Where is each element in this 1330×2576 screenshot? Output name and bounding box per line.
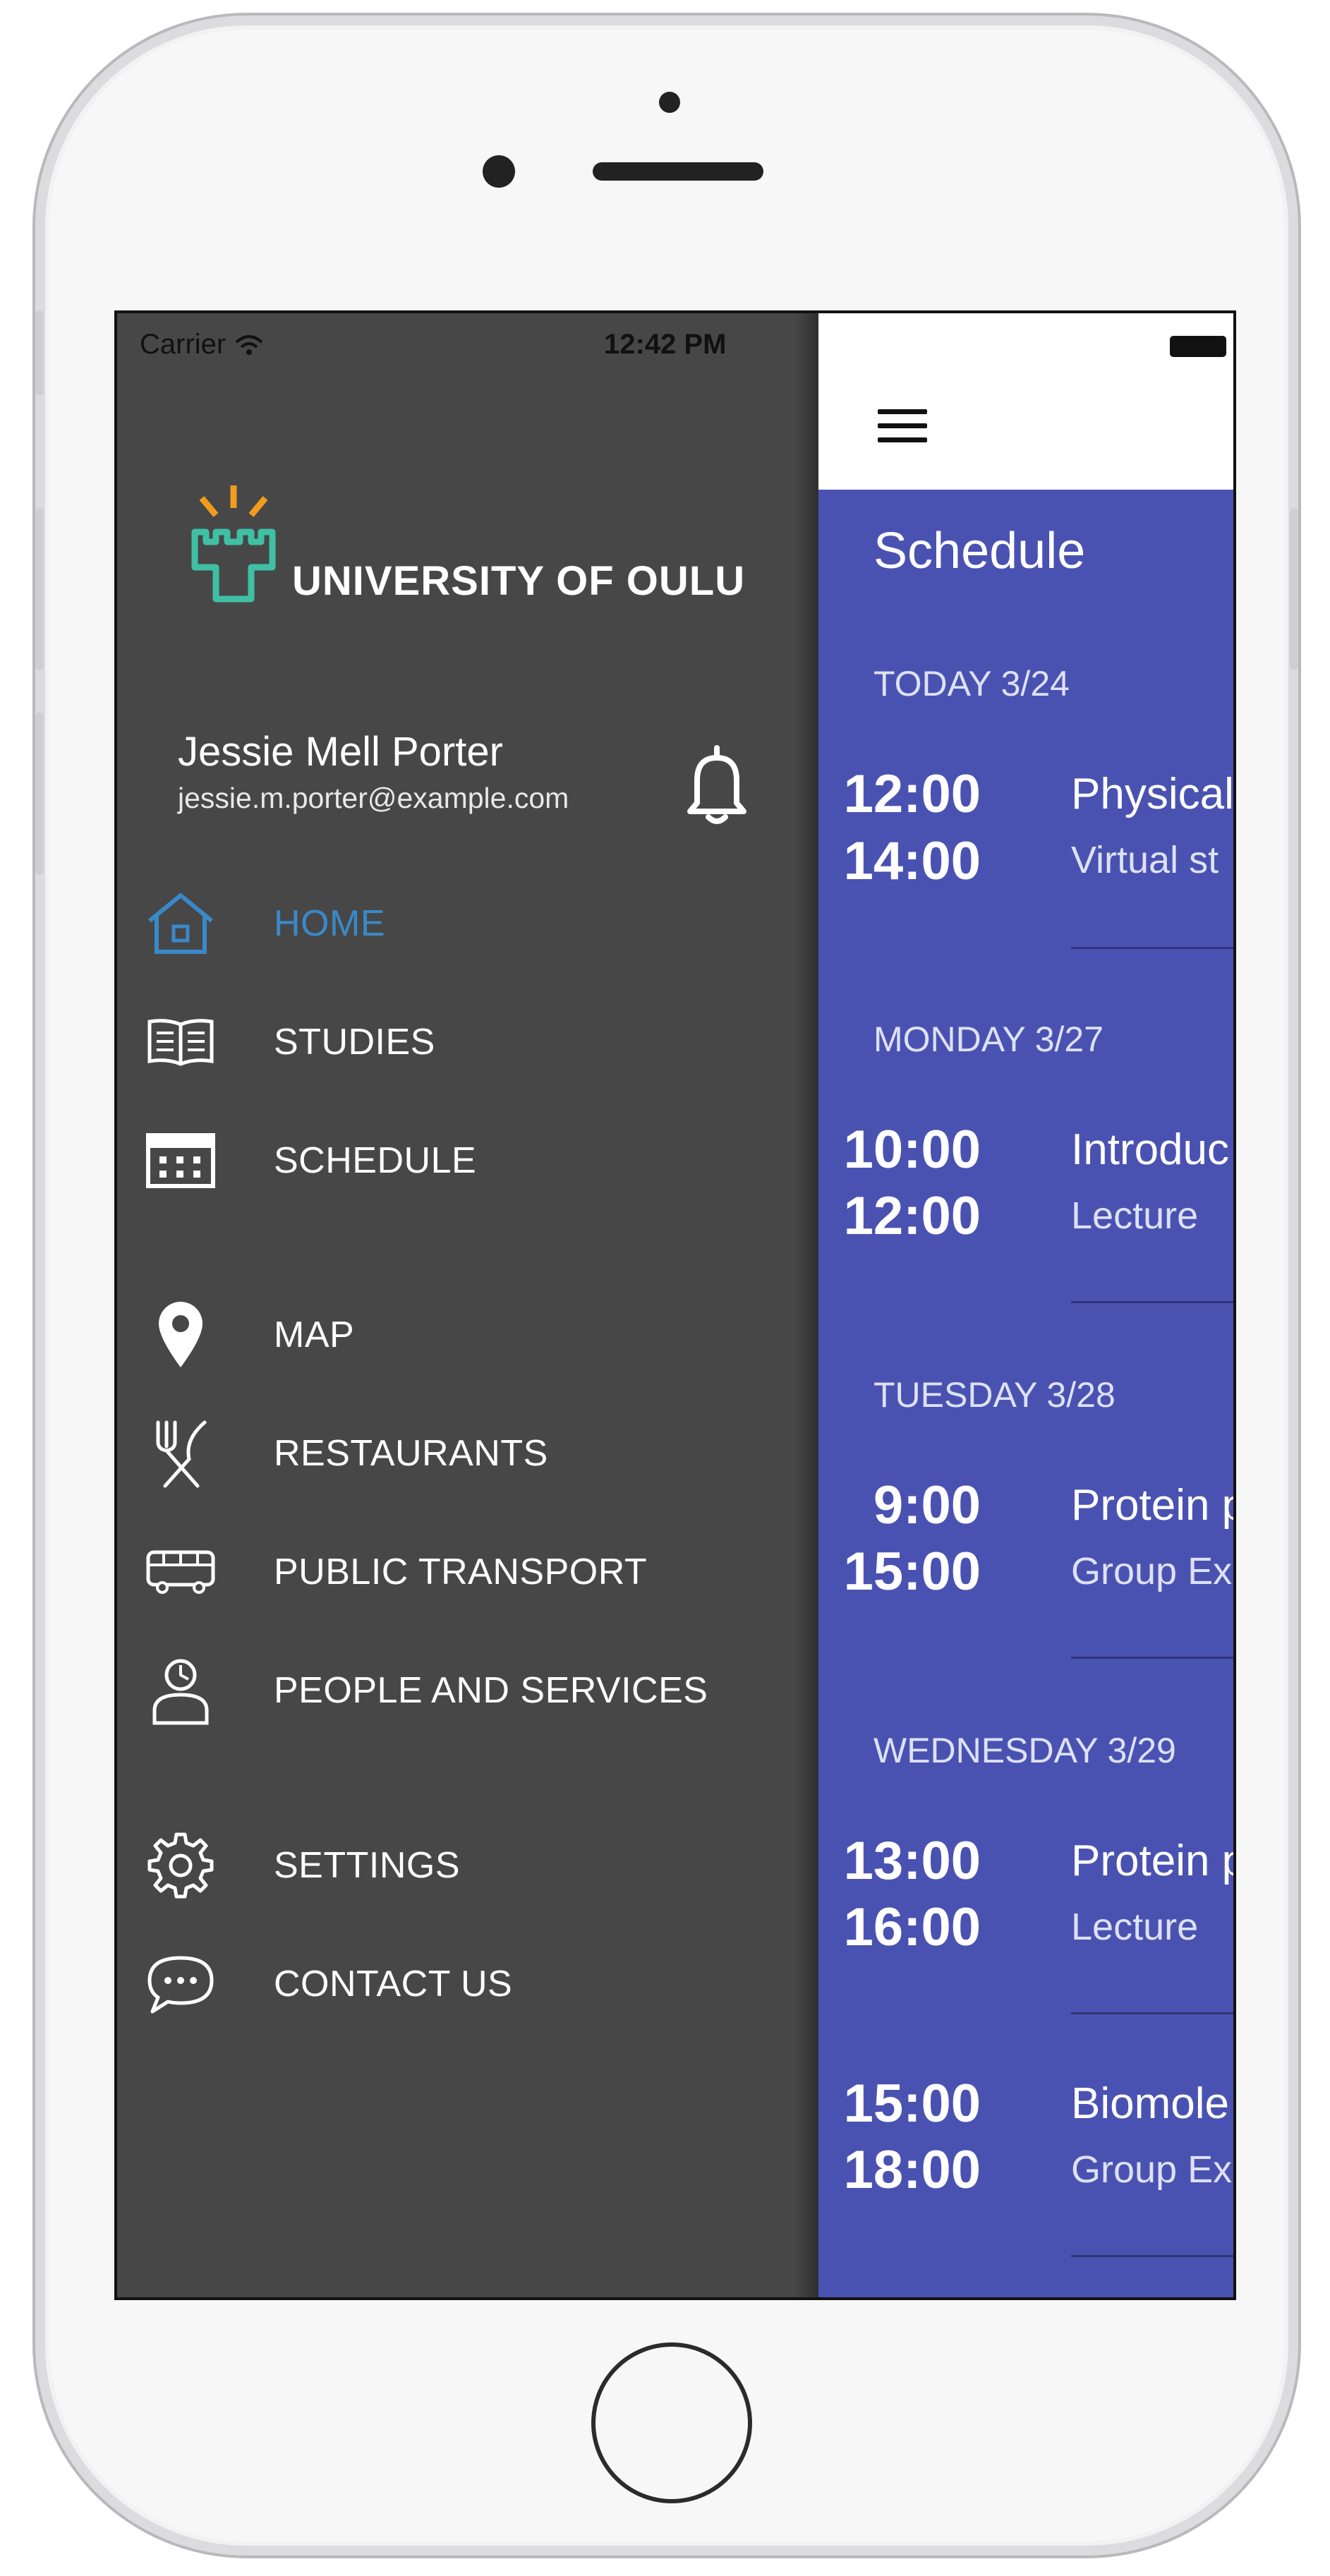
fork-knife-icon <box>145 1418 216 1489</box>
day-header: TUESDAY 3/28 <box>873 1375 1116 1415</box>
book-icon <box>145 1007 216 1077</box>
menu-label-schedule: SCHEDULE <box>274 1140 477 1181</box>
event-type: Group Ex <box>1071 2148 1233 2191</box>
event-start-time: 13:00 <box>843 1831 981 1891</box>
volume-down-button <box>35 713 44 875</box>
menu-item-contact-us[interactable]: CONTACT US <box>117 1942 818 2026</box>
home-button[interactable] <box>591 2342 752 2503</box>
map-pin-icon <box>145 1300 216 1370</box>
earpiece-speaker <box>593 162 763 181</box>
status-carrier: Carrier <box>140 329 264 361</box>
mute-switch <box>35 310 44 395</box>
event-divider <box>1071 947 1233 949</box>
event-end-time: 16:00 <box>843 1897 981 1957</box>
event-divider <box>1071 1301 1233 1303</box>
status-time: 12:42 PM <box>604 329 727 360</box>
event-type: Lecture <box>1071 1906 1199 1948</box>
event-type: Virtual st <box>1071 839 1219 881</box>
chat-bubble-icon <box>145 1949 216 2019</box>
event-end-time: 14:00 <box>843 831 981 891</box>
gear-icon <box>145 1830 216 1901</box>
menu-item-studies[interactable]: STUDIES <box>117 1000 818 1084</box>
event-end-time: 15:00 <box>843 1542 981 1602</box>
menu-item-map[interactable]: MAP <box>117 1293 818 1377</box>
menu-item-settings[interactable]: SETTINGS <box>117 1823 818 1908</box>
power-button <box>1290 508 1298 670</box>
volume-up-button <box>35 508 44 670</box>
event-divider <box>1071 1657 1233 1659</box>
calendar-icon <box>145 1125 216 1196</box>
event-end-time: 18:00 <box>843 2140 981 2200</box>
event-title: Physical <box>1071 770 1234 818</box>
university-name: UNIVERSITY OF OULU <box>292 558 746 604</box>
side-drawer: Carrier 12:42 PM UNIVERSITY OF OULU Jess… <box>117 313 818 2297</box>
bus-icon <box>145 1537 216 1607</box>
event-start-time: 12:00 <box>843 764 981 824</box>
event-type: Lecture <box>1071 1195 1199 1237</box>
proximity-sensor <box>659 92 680 113</box>
menu-item-restaurants[interactable]: RESTAURANTS <box>117 1411 818 1496</box>
event-title: Introduc <box>1071 1125 1230 1174</box>
event-start-time: 15:00 <box>843 2074 981 2134</box>
event-title: Protein p <box>1071 1837 1236 1885</box>
front-camera <box>483 155 515 188</box>
event-title: Biomole <box>1071 2079 1229 2128</box>
wifi-icon <box>235 334 263 355</box>
menu-label-restaurants: RESTAURANTS <box>274 1433 548 1474</box>
menu-label-people-and-services: PEOPLE AND SERVICES <box>274 1670 708 1711</box>
menu-label-public-transport: PUBLIC TRANSPORT <box>274 1552 648 1592</box>
event-start-time: 10:00 <box>843 1120 981 1180</box>
screen: Carrier 12:42 PM UNIVERSITY OF OULU Jess… <box>114 310 1236 2300</box>
day-header: MONDAY 3/27 <box>873 1020 1104 1059</box>
day-header: WEDNESDAY 3/29 <box>873 1731 1176 1770</box>
event-start-time: 9:00 <box>873 1475 981 1535</box>
schedule-panel[interactable]: Schedule TODAY 3/24 12:00 14:00 Physical… <box>818 313 1236 2297</box>
university-logo-icon <box>191 485 276 603</box>
event-end-time: 12:00 <box>843 1186 981 1246</box>
event-divider <box>1071 2012 1233 2014</box>
menu-item-schedule[interactable]: SCHEDULE <box>117 1118 818 1203</box>
menu-label-map: MAP <box>274 1314 355 1355</box>
drawer-shadow <box>794 313 818 2297</box>
person-icon <box>145 1655 216 1726</box>
bell-icon[interactable] <box>682 742 752 827</box>
menu-label-contact-us: CONTACT US <box>274 1964 513 2004</box>
menu-item-people-and-services[interactable]: PEOPLE AND SERVICES <box>117 1648 818 1733</box>
hamburger-menu-icon[interactable] <box>878 409 927 447</box>
university-logo: UNIVERSITY OF OULU <box>188 483 745 606</box>
menu-label-settings: SETTINGS <box>274 1845 461 1886</box>
menu-item-home[interactable]: HOME <box>117 881 818 966</box>
home-icon <box>145 888 216 959</box>
user-email: jessie.m.porter@example.com <box>178 782 569 814</box>
battery-icon <box>1170 336 1226 357</box>
menu-item-public-transport[interactable]: PUBLIC TRANSPORT <box>117 1530 818 1614</box>
menu-label-studies: STUDIES <box>274 1022 435 1063</box>
day-header: TODAY 3/24 <box>873 664 1070 703</box>
event-divider <box>1071 2255 1233 2257</box>
event-type: Group Ex <box>1071 1550 1233 1592</box>
carrier-label: Carrier <box>140 329 226 360</box>
event-title: Protein p <box>1071 1481 1236 1530</box>
user-name: Jessie Mell Porter <box>178 729 503 775</box>
top-navigation-bar <box>818 313 1233 490</box>
schedule-title: Schedule <box>873 523 1086 579</box>
menu-label-home: HOME <box>274 903 385 944</box>
